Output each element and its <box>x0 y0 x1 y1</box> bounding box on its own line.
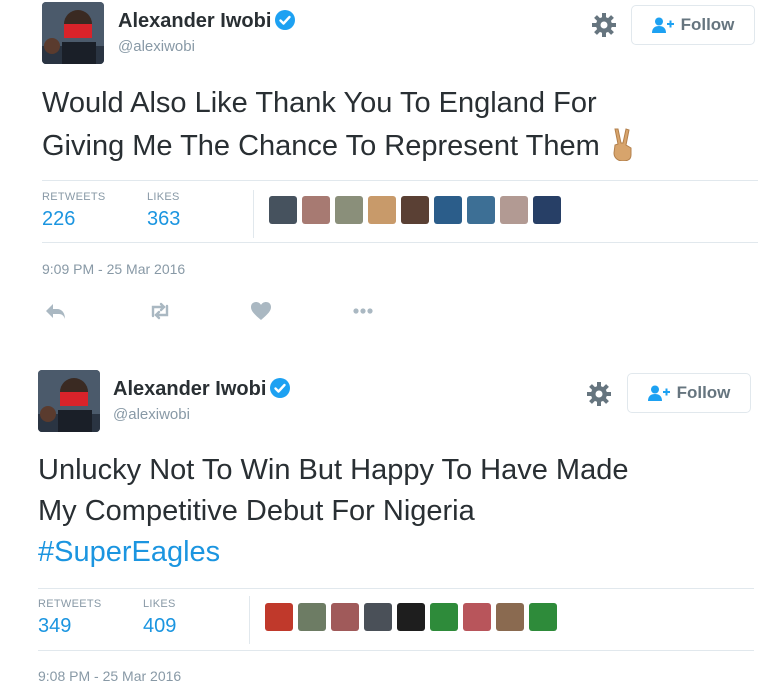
tweet-text: Would Also Like Thank You To England For… <box>42 82 768 168</box>
verified-badge-icon <box>275 10 296 30</box>
likes-label: LIKES <box>143 598 176 610</box>
liker-avatar[interactable] <box>298 603 326 631</box>
display-name[interactable]: Alexander Iwobi <box>118 10 296 33</box>
divider <box>38 650 754 651</box>
liker-avatar[interactable] <box>265 603 293 631</box>
display-name[interactable]: Alexander Iwobi <box>113 378 291 401</box>
retweets-count[interactable]: 226 <box>42 208 75 231</box>
verified-badge-icon <box>270 378 291 398</box>
likes-count[interactable]: 363 <box>147 208 180 231</box>
liker-avatar[interactable] <box>434 196 462 224</box>
retweets-count[interactable]: 349 <box>38 615 71 638</box>
likes-count[interactable]: 409 <box>143 615 176 638</box>
likes-label: LIKES <box>147 191 180 203</box>
timestamp[interactable]: 9:08 PM - 25 Mar 2016 <box>38 668 181 684</box>
add-user-icon <box>647 385 670 401</box>
gear-icon[interactable] <box>591 12 617 38</box>
hashtag-link[interactable]: #SuperEagles <box>38 532 768 573</box>
liker-avatar[interactable] <box>302 196 330 224</box>
liker-avatar[interactable] <box>364 603 392 631</box>
username[interactable]: @alexiwobi <box>118 38 195 55</box>
victory-hand-icon <box>613 128 632 161</box>
gear-icon[interactable] <box>586 381 612 407</box>
liker-avatar[interactable] <box>496 603 524 631</box>
liker-avatar[interactable] <box>401 196 429 224</box>
timestamp[interactable]: 9:09 PM - 25 Mar 2016 <box>42 261 185 277</box>
reply-icon[interactable] <box>43 298 69 324</box>
stats-separator <box>249 596 250 644</box>
liker-avatar[interactable] <box>368 196 396 224</box>
liker-avatars <box>265 603 557 631</box>
avatar[interactable] <box>42 2 104 64</box>
divider <box>38 588 754 589</box>
retweet-icon[interactable] <box>147 298 173 324</box>
retweets-label: RETWEETS <box>42 191 106 203</box>
tweet-card: Alexander Iwobi @alexiwobi Follow Unluck… <box>0 368 768 690</box>
tweet-card: Alexander Iwobi @alexiwobi Follow Would … <box>0 0 768 345</box>
retweets-label: RETWEETS <box>38 598 102 610</box>
add-user-icon <box>651 17 674 33</box>
liker-avatar[interactable] <box>430 603 458 631</box>
liker-avatar[interactable] <box>467 196 495 224</box>
liker-avatar[interactable] <box>331 603 359 631</box>
stats-separator <box>253 190 254 238</box>
liker-avatar[interactable] <box>533 196 561 224</box>
liker-avatar[interactable] <box>269 196 297 224</box>
tweet-text: Unlucky Not To Win But Happy To Have Mad… <box>38 450 768 573</box>
username[interactable]: @alexiwobi <box>113 406 190 423</box>
liker-avatar[interactable] <box>500 196 528 224</box>
liker-avatar[interactable] <box>397 603 425 631</box>
follow-button[interactable]: Follow <box>631 5 755 45</box>
liker-avatar[interactable] <box>335 196 363 224</box>
liker-avatars <box>269 196 561 224</box>
divider <box>42 242 758 243</box>
like-heart-icon[interactable] <box>248 298 274 324</box>
avatar[interactable] <box>38 370 100 432</box>
liker-avatar[interactable] <box>529 603 557 631</box>
liker-avatar[interactable] <box>463 603 491 631</box>
divider <box>42 180 758 181</box>
follow-button[interactable]: Follow <box>627 373 751 413</box>
more-options-icon[interactable] <box>350 298 376 324</box>
